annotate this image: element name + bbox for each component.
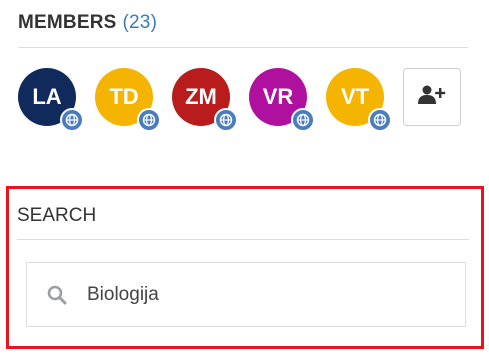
member-avatar[interactable]: ZM: [172, 68, 238, 132]
avatar-initials: ZM: [185, 84, 217, 109]
globe-icon: [368, 108, 392, 132]
member-avatar[interactable]: VR: [249, 68, 315, 132]
add-user-icon: [418, 85, 446, 110]
avatar-initials: LA: [32, 84, 62, 109]
member-avatar[interactable]: TD: [95, 68, 161, 132]
search-field[interactable]: [26, 262, 466, 327]
member-avatar[interactable]: LA: [18, 68, 84, 132]
members-title: MEMBERS: [18, 12, 117, 33]
avatar-initials: VT: [340, 84, 370, 109]
members-count: (23): [122, 12, 158, 33]
globe-icon: [214, 108, 238, 132]
members-header: MEMBERS (23): [18, 12, 157, 34]
divider: [18, 47, 468, 48]
globe-icon: [60, 108, 84, 132]
search-input[interactable]: [85, 282, 429, 307]
search-header: SEARCH: [17, 205, 97, 226]
avatar-initials: VR: [262, 84, 294, 109]
avatar-initials: TD: [109, 84, 139, 109]
divider: [17, 239, 469, 240]
add-member-button[interactable]: [403, 68, 461, 126]
globe-icon: [137, 108, 161, 132]
search-icon: [47, 284, 69, 306]
member-avatar[interactable]: VT: [326, 68, 392, 132]
globe-icon: [291, 108, 315, 132]
